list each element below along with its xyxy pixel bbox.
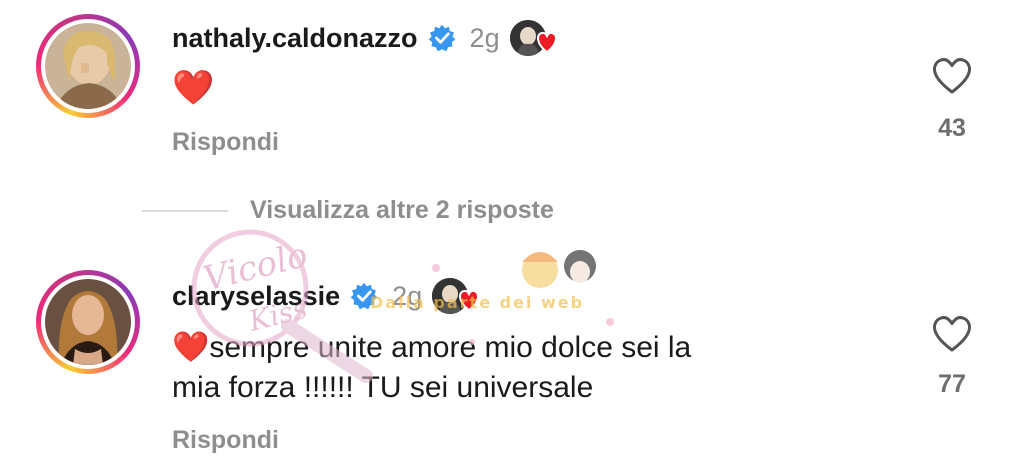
- avatar: [45, 23, 131, 109]
- avatar-ring[interactable]: [36, 14, 140, 118]
- verified-badge-icon: [350, 282, 378, 310]
- verified-badge-icon: [428, 24, 455, 52]
- comment-text-line-2: mia forza !!!!!! TU sei universale: [172, 371, 594, 404]
- creator-liked-icon: [509, 18, 558, 58]
- comment-text-line-1: ❤️sempre unite amore mio dolce sei la: [172, 331, 692, 364]
- heart-like-icon[interactable]: [930, 314, 974, 354]
- view-more-replies-label: Visualizza altre 2 risposte: [250, 196, 554, 224]
- view-more-replies-button[interactable]: Visualizza altre 2 risposte: [142, 196, 554, 225]
- avatar-ring[interactable]: [36, 270, 140, 374]
- username[interactable]: claryselassie: [172, 281, 340, 312]
- heart-like-icon[interactable]: [930, 56, 974, 96]
- comment-time: 2g: [392, 280, 423, 311]
- comment-time: 2g: [469, 22, 500, 53]
- comment-1: nathaly.caldonazzo 2g ❤️ Rispondi 43: [0, 0, 1024, 190]
- reply-button[interactable]: Rispondi: [172, 426, 279, 455]
- username[interactable]: nathaly.caldonazzo: [172, 23, 418, 54]
- avatar: [45, 279, 131, 365]
- like-count: 77: [938, 370, 966, 398]
- divider-line: [142, 209, 228, 212]
- like-count: 43: [938, 114, 966, 142]
- creator-liked-icon: [432, 276, 480, 316]
- comment-text: ❤️: [172, 69, 215, 107]
- reply-button[interactable]: Rispondi: [172, 128, 279, 157]
- comment-2: claryselassie 2g ❤️sempre unite amore mi…: [0, 258, 1024, 462]
